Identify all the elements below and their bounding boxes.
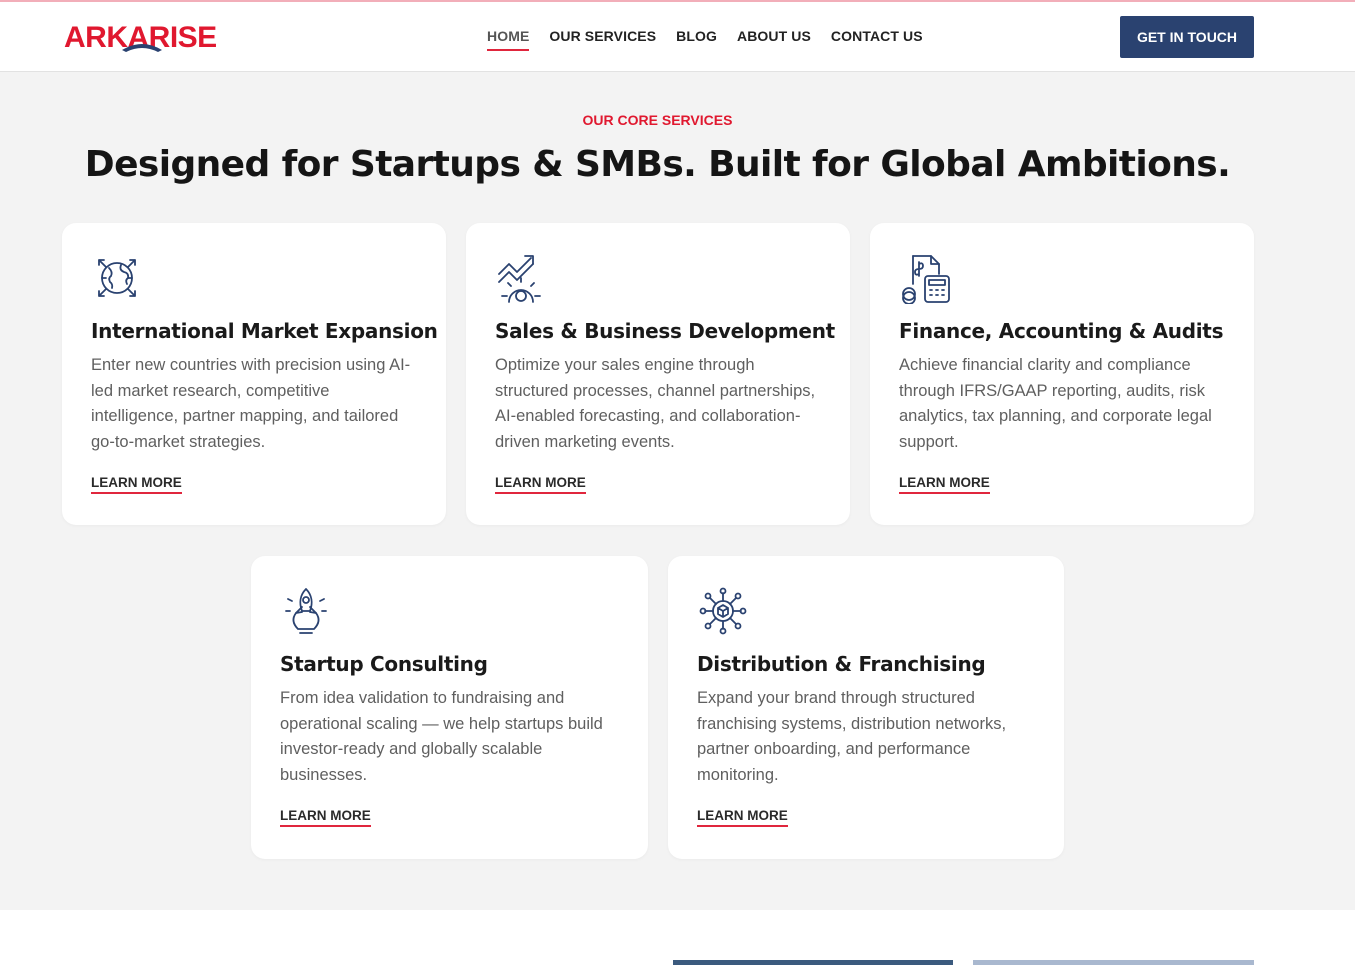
nav-blog[interactable]: BLOG: [676, 28, 717, 51]
network-box-icon: [697, 585, 749, 637]
main-nav: HOME OUR SERVICES BLOG ABOUT US CONTACT …: [487, 28, 923, 51]
get-in-touch-button[interactable]: GET IN TOUCH: [1120, 16, 1254, 58]
service-description: Enter new countries with precision using…: [91, 356, 411, 451]
nav-home[interactable]: HOME: [487, 28, 530, 51]
service-title: Sales & Business Development: [495, 319, 835, 343]
learn-more-link[interactable]: LEARN MORE: [495, 475, 586, 494]
service-card-sales-development: Sales & Business Development Optimize yo…: [466, 223, 850, 525]
svg-text:ARKARISE: ARKARISE: [64, 21, 217, 54]
image-thumbnail: [673, 960, 953, 965]
image-thumbnail: [973, 960, 1254, 965]
service-card-distribution-franchising: Distribution & Franchising Expand your b…: [668, 556, 1064, 859]
service-title: Distribution & Franchising: [697, 652, 986, 676]
service-description: Optimize your sales engine through struc…: [495, 356, 816, 451]
globe-arrows-icon: [91, 252, 143, 304]
service-description: Expand your brand through structured fra…: [697, 689, 1007, 784]
learn-more-link[interactable]: LEARN MORE: [697, 808, 788, 827]
learn-more-link[interactable]: LEARN MORE: [899, 475, 990, 494]
calculator-document-icon: [899, 252, 951, 305]
section-title: Designed for Startups & SMBs. Built for …: [84, 144, 1231, 185]
service-title: Startup Consulting: [280, 652, 488, 676]
nav-our-services[interactable]: OUR SERVICES: [549, 28, 656, 51]
service-title: International Market Expansion: [91, 319, 438, 343]
service-card-finance-accounting: Finance, Accounting & Audits Achieve fin…: [870, 223, 1254, 525]
learn-more-link[interactable]: LEARN MORE: [280, 808, 371, 827]
learn-more-link[interactable]: LEARN MORE: [91, 475, 182, 494]
service-card-startup-consulting: Startup Consulting From idea validation …: [251, 556, 648, 859]
rocket-bulb-icon: [280, 585, 332, 637]
growth-gear-icon: [495, 252, 547, 304]
nav-about-us[interactable]: ABOUT US: [737, 28, 811, 51]
next-section: [0, 910, 1355, 965]
service-card-international-expansion: International Market Expansion Enter new…: [62, 223, 446, 525]
site-header: ARKARISE HOME OUR SERVICES BLOG ABOUT US…: [0, 2, 1355, 72]
logo-icon: ARKARISE: [64, 21, 217, 54]
service-title: Finance, Accounting & Audits: [899, 319, 1224, 343]
nav-contact-us[interactable]: CONTACT US: [831, 28, 923, 51]
brand-logo[interactable]: ARKARISE: [64, 20, 230, 54]
service-description: Achieve financial clarity and compliance…: [899, 356, 1212, 451]
service-description: From idea validation to fundraising and …: [280, 689, 603, 784]
section-eyebrow: OUR CORE SERVICES: [582, 112, 733, 128]
